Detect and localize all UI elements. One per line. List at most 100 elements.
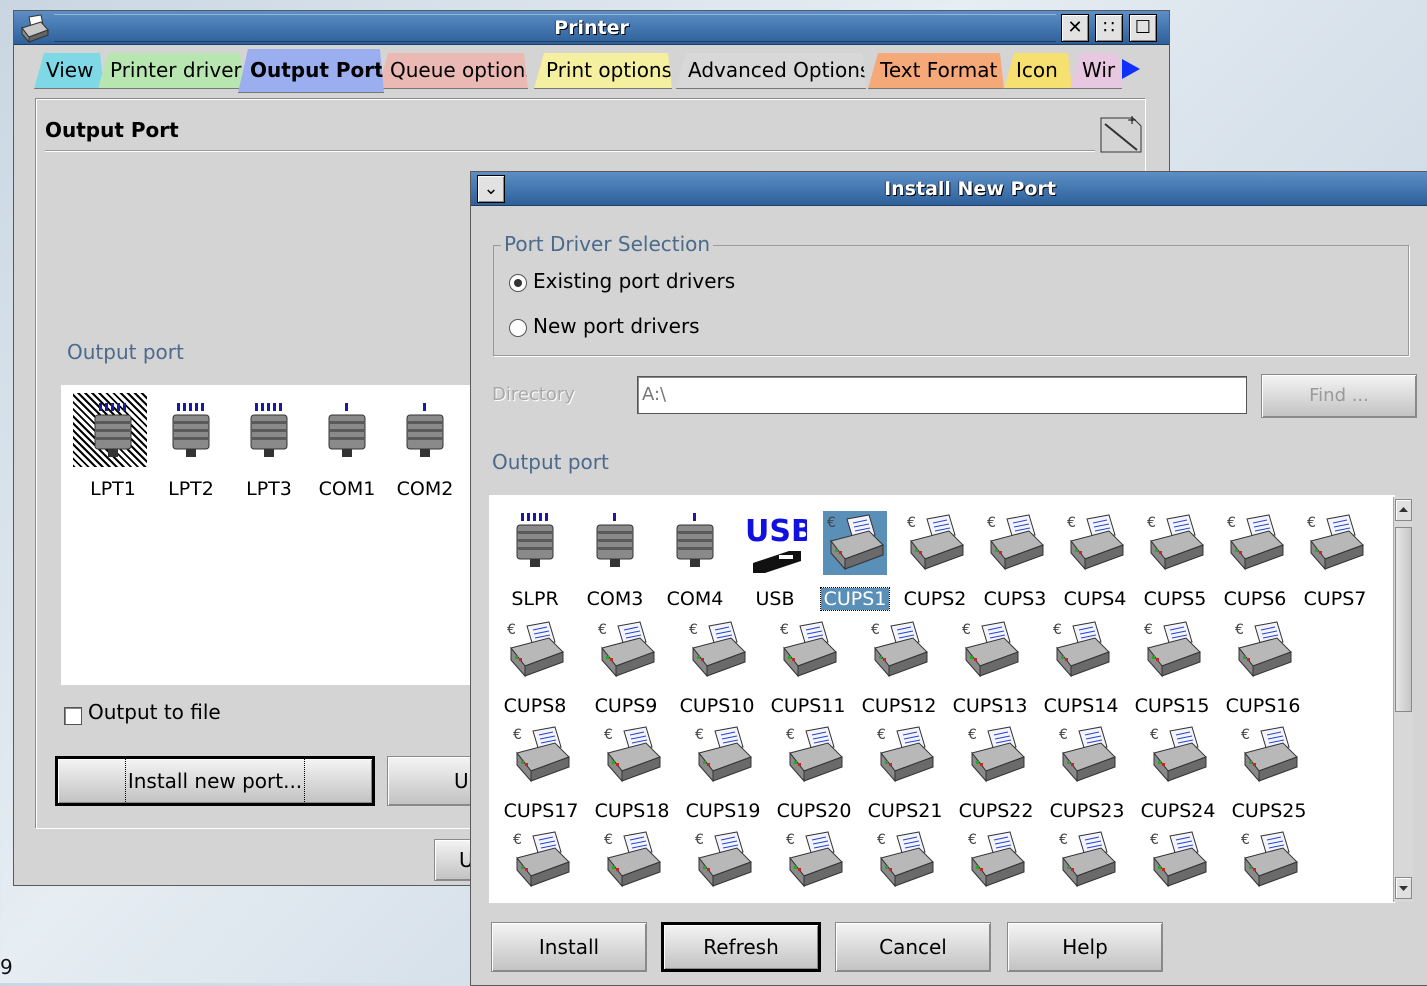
printer-icon — [964, 828, 1028, 892]
scroll-thumb[interactable] — [1395, 527, 1412, 712]
cancel-button[interactable]: Cancel — [835, 922, 991, 972]
window-menu-icon[interactable]: ⌄ — [477, 175, 505, 203]
port-label: CUPS19 — [685, 800, 761, 822]
tab-output-port[interactable]: Output Port — [238, 49, 384, 93]
port-cups20-partial[interactable] — [774, 820, 854, 903]
scroll-up-icon[interactable] — [1395, 499, 1412, 521]
new-port-drivers-label: New port drivers — [533, 314, 700, 338]
printer-titlebar[interactable]: Printer ✕ ∷ ☐ — [14, 11, 1169, 45]
port-label: CUPS8 — [503, 695, 567, 717]
port-label: CUPS22 — [958, 800, 1034, 822]
install-new-port-button[interactable]: Install new port... — [55, 756, 375, 806]
tab-queue-options[interactable]: Queue options — [378, 53, 528, 89]
port-cups22-partial[interactable] — [956, 820, 1036, 903]
port-cups1[interactable]: CUPS1 — [815, 503, 895, 615]
svg-text:+: + — [1127, 113, 1137, 127]
port-cups14[interactable]: CUPS14 — [1041, 610, 1121, 722]
install-port-list: SLPR COM3 COM4 USB CUPS1 CUPS2 CUPS3 CUPS4 CUPS5… — [489, 495, 1395, 903]
port-cups10[interactable]: CUPS10 — [677, 610, 757, 722]
maximize-icon[interactable]: ☐ — [1129, 14, 1157, 42]
port-com2[interactable]: COM2 — [385, 393, 465, 505]
port-cups8[interactable]: CUPS8 — [495, 610, 575, 722]
port-cups23-partial[interactable] — [1047, 820, 1127, 903]
find-button[interactable]: Find ... — [1261, 374, 1417, 418]
printer-icon — [1143, 511, 1207, 575]
existing-port-drivers-radio[interactable] — [509, 274, 527, 292]
port-cups13[interactable]: CUPS13 — [950, 610, 1030, 722]
port-label: CUPS14 — [1043, 695, 1119, 717]
output-port-label: Output port — [67, 340, 184, 364]
port-com4[interactable]: COM4 — [655, 503, 735, 615]
serial-port-icon — [663, 511, 727, 575]
existing-port-drivers-label: Existing port drivers — [533, 269, 736, 293]
directory-input[interactable]: A:\ — [637, 376, 1247, 414]
help-button[interactable]: Help — [1007, 922, 1163, 972]
port-cups11[interactable]: CUPS11 — [768, 610, 848, 722]
printer-icon — [600, 723, 664, 787]
scroll-down-icon[interactable] — [1395, 877, 1412, 899]
printer-window-icon[interactable] — [18, 13, 52, 45]
printer-icon — [1055, 828, 1119, 892]
port-cups2[interactable]: CUPS2 — [895, 503, 975, 615]
printer-icon — [691, 723, 755, 787]
port-label: CUPS21 — [867, 800, 943, 822]
port-cups9[interactable]: CUPS9 — [586, 610, 666, 722]
install-button[interactable]: Install — [491, 922, 647, 972]
port-com3[interactable]: COM3 — [575, 503, 655, 615]
port-label: CUPS20 — [776, 800, 852, 822]
port-cups3[interactable]: CUPS3 — [975, 503, 1055, 615]
tab-printer-driver[interactable]: Printer driver — [98, 53, 244, 89]
port-list-scrollbar[interactable] — [1393, 497, 1413, 902]
port-cups25-partial[interactable] — [1229, 820, 1309, 903]
port-usb[interactable]: USB — [735, 503, 815, 615]
port-cups17-partial[interactable] — [501, 820, 581, 903]
port-label: CUPS7 — [1303, 588, 1367, 610]
tab-advanced-options[interactable]: Advanced Options — [676, 53, 866, 89]
port-cups21[interactable]: CUPS21 — [865, 715, 945, 827]
port-cups16[interactable]: CUPS16 — [1223, 610, 1303, 722]
port-cups4[interactable]: CUPS4 — [1055, 503, 1135, 615]
port-cups24-partial[interactable] — [1138, 820, 1218, 903]
tab-view[interactable]: View — [34, 53, 104, 89]
port-cups19-partial[interactable] — [683, 820, 763, 903]
port-cups23[interactable]: CUPS23 — [1047, 715, 1127, 827]
tab-icon[interactable]: Icon — [1004, 53, 1072, 89]
refresh-button[interactable]: Refresh — [661, 922, 821, 972]
parallel-port-icon — [159, 401, 223, 465]
port-cups18[interactable]: CUPS18 — [592, 715, 672, 827]
port-cups15[interactable]: CUPS15 — [1132, 610, 1212, 722]
new-port-drivers-radio[interactable] — [509, 319, 527, 337]
serial-port-icon — [583, 511, 647, 575]
port-cups19[interactable]: CUPS19 — [683, 715, 763, 827]
port-cups18-partial[interactable] — [592, 820, 672, 903]
tab-print-options[interactable]: Print options — [534, 53, 672, 89]
tab-text-format[interactable]: Text Format — [868, 53, 1004, 89]
install-dialog-titlebar[interactable]: Install New Port ⌄ — [471, 172, 1427, 206]
port-slpr[interactable]: SLPR — [495, 503, 575, 615]
tab-scroll-right-icon[interactable] — [1122, 59, 1140, 79]
close-icon[interactable]: ✕ — [1061, 14, 1089, 42]
install-output-port-label: Output port — [492, 450, 609, 474]
port-label: CUPS3 — [983, 588, 1047, 610]
port-cups20[interactable]: CUPS20 — [774, 715, 854, 827]
port-cups12[interactable]: CUPS12 — [859, 610, 939, 722]
printer-icon — [509, 828, 573, 892]
port-cups17[interactable]: CUPS17 — [501, 715, 581, 827]
page-corner-icon[interactable]: + — [1099, 110, 1143, 154]
port-cups5[interactable]: CUPS5 — [1135, 503, 1215, 615]
minimize-icon[interactable]: ∷ — [1095, 14, 1123, 42]
printer-icon — [964, 723, 1028, 787]
port-cups6[interactable]: CUPS6 — [1215, 503, 1295, 615]
output-port-list: LPT1 LPT2 LPT3 COM1 COM2 — [61, 385, 491, 685]
tab-wir[interactable]: Wir — [1070, 53, 1122, 89]
port-cups21-partial[interactable] — [865, 820, 945, 903]
printer-icon — [1055, 723, 1119, 787]
port-cups24[interactable]: CUPS24 — [1138, 715, 1218, 827]
serial-port-icon — [315, 401, 379, 465]
port-cups7[interactable]: CUPS7 — [1295, 503, 1375, 615]
output-to-file-checkbox[interactable] — [64, 707, 82, 725]
printer-icon — [1146, 828, 1210, 892]
port-cups25[interactable]: CUPS25 — [1229, 715, 1309, 827]
port-cups22[interactable]: CUPS22 — [956, 715, 1036, 827]
port-label: CUPS16 — [1225, 695, 1301, 717]
